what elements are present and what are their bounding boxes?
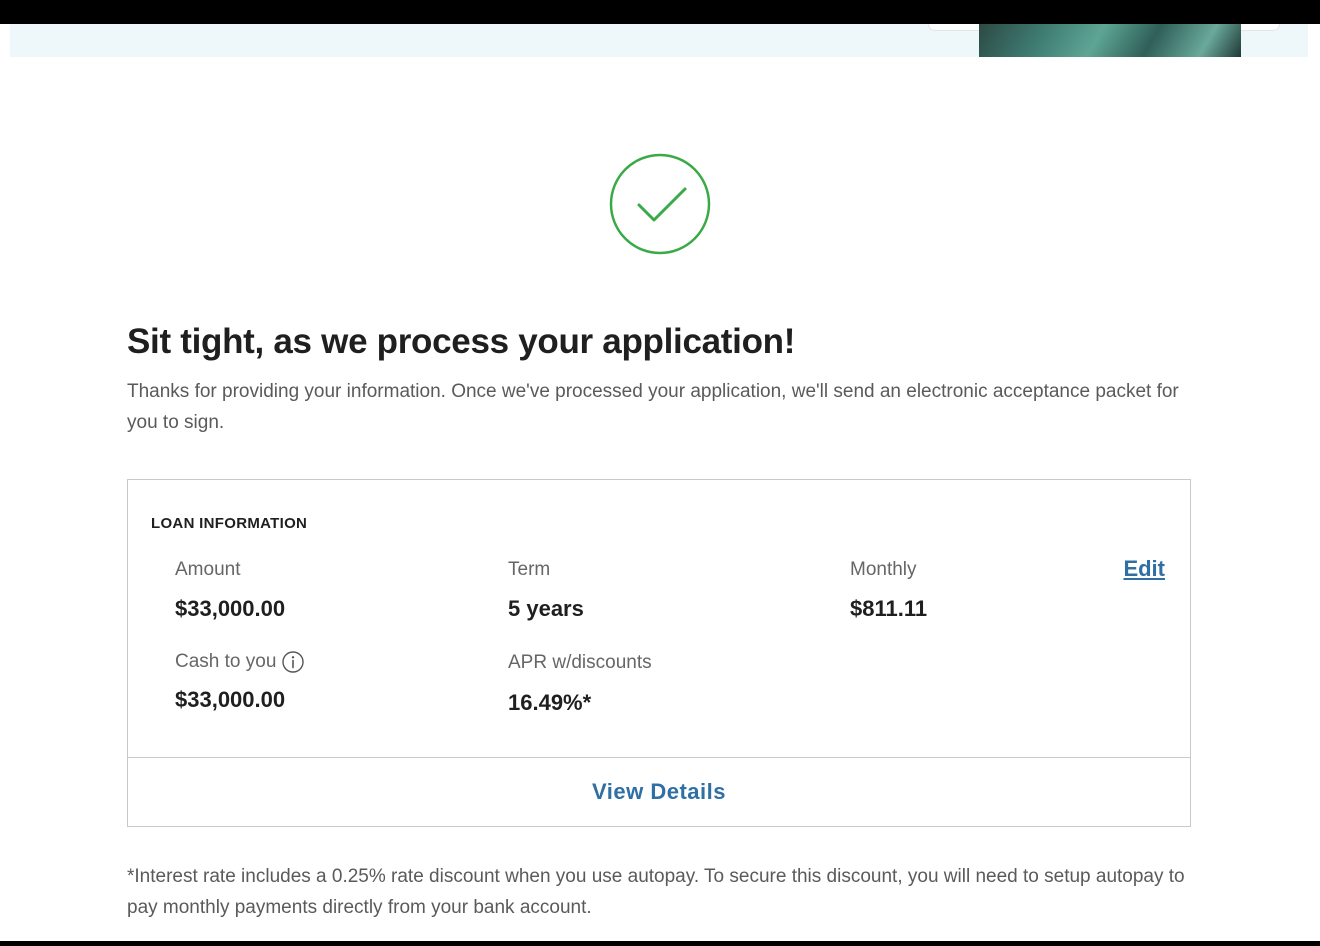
apr-label: APR w/discounts [508,652,652,674]
monthly-label-text: Monthly [850,559,917,580]
card-heading: LOAN INFORMATION [151,515,308,532]
term-label-text: Term [508,559,551,580]
term-value: 5 years [508,596,584,621]
loan-information-card: LOAN INFORMATION Amount $33,000.00 Term … [127,479,1191,827]
amount-label: Amount [175,559,240,581]
amount-label-text: Amount [175,559,241,580]
apr-label-text: APR w/discounts [508,652,652,673]
term-label: Term [508,559,550,581]
cash-to-you-label: Cash to you [175,651,305,673]
monthly-value: $811.11 [850,596,928,621]
apr-value: 16.49%* [508,690,592,715]
page-title: Sit tight, as we process your applicatio… [127,322,796,361]
amount-value: $33,000.00 [175,596,286,621]
header-image [979,24,1241,57]
cash-to-you-label-text: Cash to you [175,651,277,672]
bottom-black-bar [0,941,1320,946]
check-circle-icon [609,153,711,255]
autopay-footnote: *Interest rate includes a 0.25% rate dis… [127,866,1185,918]
info-icon[interactable] [282,651,305,673]
edit-link[interactable]: Edit [1123,556,1165,582]
page-subtitle: Thanks for providing your information. O… [127,381,1179,433]
cash-to-you-value: $33,000.00 [175,687,286,712]
top-black-bar [0,0,1320,24]
monthly-label: Monthly [850,559,917,581]
view-details-button[interactable]: View Details [128,758,1190,826]
